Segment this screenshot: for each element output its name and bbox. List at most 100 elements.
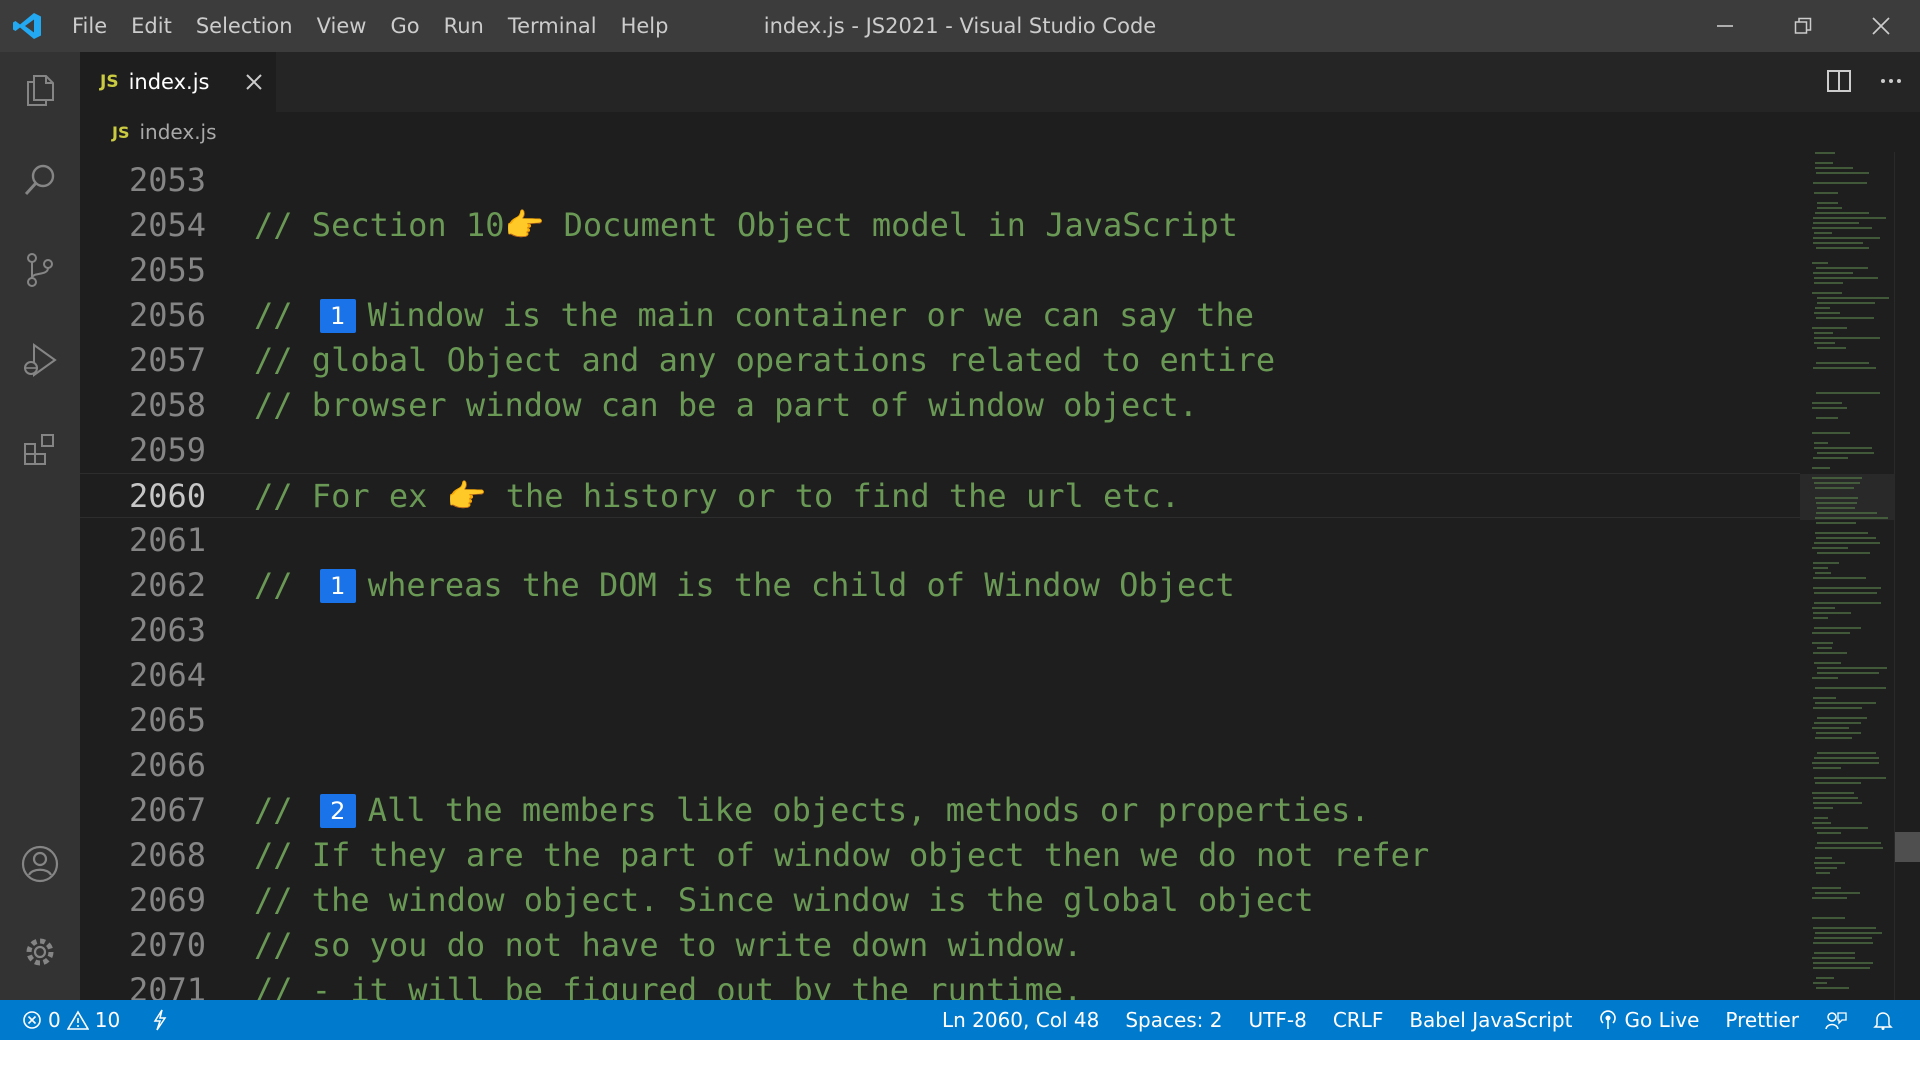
code-line[interactable]: 2056 // 1 Window is the main container or … — [80, 293, 1800, 338]
comment-text: // so you do not have to write down wind… — [254, 926, 1083, 964]
extensions-icon[interactable] — [18, 428, 62, 472]
prettier-status[interactable]: Prettier — [1712, 1008, 1812, 1032]
minimap-line — [1812, 227, 1872, 229]
code-line[interactable]: 2071 // - it will be figured out by the r… — [80, 968, 1800, 1000]
menu-help[interactable]: Help — [609, 14, 681, 38]
scrollbar-thumb[interactable] — [1895, 832, 1920, 862]
minimap-line — [1812, 887, 1841, 889]
file-encoding[interactable]: UTF-8 — [1236, 1008, 1320, 1032]
code-line[interactable]: 2068 // If they are the part of window ob… — [80, 833, 1800, 878]
minimap-line — [1813, 612, 1851, 614]
minimap-line — [1816, 362, 1869, 364]
restore-button[interactable] — [1764, 0, 1842, 52]
minimap-line — [1813, 967, 1870, 969]
minimap-line — [1814, 937, 1872, 939]
comment-text: // For ex — [254, 477, 447, 515]
breadcrumb: JS index.js — [80, 112, 1920, 152]
code-line[interactable]: 2057 // global Object and any operations … — [80, 338, 1800, 383]
minimap-line — [1814, 192, 1838, 194]
code-line[interactable]: 2055 — [80, 248, 1800, 293]
feedback-button[interactable] — [1812, 1010, 1860, 1030]
keycap-number-emoji: 1 — [319, 299, 356, 333]
language-mode[interactable]: Babel JavaScript — [1396, 1008, 1585, 1032]
explorer-icon[interactable] — [18, 68, 62, 112]
line-number: 2055 — [128, 251, 206, 289]
close-window-button[interactable] — [1842, 0, 1920, 52]
code-line[interactable]: 2064 — [80, 653, 1800, 698]
source-control-icon[interactable] — [18, 248, 62, 292]
menu-file[interactable]: File — [60, 14, 119, 38]
settings-gear-icon[interactable] — [18, 930, 62, 974]
cursor-position[interactable]: Ln 2060, Col 48 — [929, 1008, 1112, 1032]
code-line[interactable]: 2070 // so you do not have to write down … — [80, 923, 1800, 968]
line-ending[interactable]: CRLF — [1320, 1008, 1397, 1032]
close-icon — [1872, 17, 1890, 35]
go-live-button[interactable]: Go Live — [1585, 1008, 1712, 1032]
split-editor-button[interactable] — [1824, 66, 1854, 96]
minimap-line — [1813, 222, 1859, 224]
code-line[interactable]: 2061 — [80, 518, 1800, 563]
code-line[interactable]: 2065 — [80, 698, 1800, 743]
search-icon[interactable] — [18, 158, 62, 202]
problems-indicator[interactable]: 0 10 — [22, 1008, 120, 1032]
minimap-line — [1817, 507, 1855, 509]
comment-text: // — [254, 791, 312, 829]
minimap[interactable] — [1810, 152, 1900, 1000]
code-line[interactable]: 2062 // 1 whereas the DOM is the child of … — [80, 563, 1800, 608]
notifications-button[interactable] — [1860, 1010, 1906, 1030]
code-line[interactable]: 2059 — [80, 428, 1800, 473]
line-number: 2057 — [128, 341, 206, 379]
minimap-line — [1812, 632, 1850, 634]
comment-text: // If they are the part of window object… — [254, 836, 1430, 874]
line-number: 2069 — [128, 881, 206, 919]
minimap-line — [1816, 392, 1880, 394]
indentation[interactable]: Spaces: 2 — [1112, 1008, 1235, 1032]
line-number: 2054 — [128, 206, 206, 244]
code-line[interactable]: 2053 — [80, 158, 1800, 203]
comment-text: // global Object and any operations rela… — [254, 341, 1276, 379]
accounts-icon[interactable] — [18, 842, 62, 886]
code-line[interactable]: 2054 // Section 10👉 Document Object model… — [80, 203, 1800, 248]
minimap-line — [1815, 932, 1882, 934]
code-line[interactable]: 2067 // 2 All the members like objects, me… — [80, 788, 1800, 833]
warning-icon — [66, 1010, 89, 1030]
minimap-line — [1813, 797, 1858, 799]
comment-text: // — [254, 566, 312, 604]
comment-text: Window is the main container or we can s… — [367, 296, 1255, 334]
minimap-line — [1814, 232, 1832, 234]
menu-selection[interactable]: Selection — [184, 14, 305, 38]
run-debug-icon[interactable] — [18, 338, 62, 382]
minimap-line — [1814, 482, 1860, 484]
code-line[interactable]: 2058 // browser window can be a part of w… — [80, 383, 1800, 428]
menu-run[interactable]: Run — [432, 14, 496, 38]
tab-close-button[interactable] — [240, 68, 268, 96]
more-actions-button[interactable] — [1876, 66, 1906, 96]
tab-index-js[interactable]: JS index.js — [80, 52, 276, 112]
menu-go[interactable]: Go — [378, 14, 431, 38]
lightning-button[interactable] — [152, 1009, 168, 1031]
menu-terminal[interactable]: Terminal — [496, 14, 609, 38]
code-line[interactable]: 2063 — [80, 608, 1800, 653]
minimap-line — [1814, 817, 1828, 819]
minimap-line — [1816, 537, 1876, 539]
editor-tabs: JS index.js — [80, 52, 1920, 112]
minimize-button[interactable] — [1686, 0, 1764, 52]
vertical-scrollbar[interactable] — [1894, 152, 1920, 1000]
minimap-line — [1817, 302, 1875, 304]
breadcrumb-file[interactable]: index.js — [139, 120, 216, 144]
minimap-line — [1816, 872, 1830, 874]
code-line[interactable]: 2066 — [80, 743, 1800, 788]
code-line[interactable]: 2069 // the window object. Since window i… — [80, 878, 1800, 923]
broadcast-icon — [1600, 1010, 1617, 1029]
minimap-line — [1813, 942, 1873, 944]
minimap-line — [1816, 172, 1869, 174]
minimap-line — [1812, 432, 1850, 434]
comment-text: // — [254, 296, 312, 334]
minimap-line — [1816, 977, 1834, 979]
minimap-line — [1812, 957, 1855, 959]
menu-edit[interactable]: Edit — [119, 14, 184, 38]
menu-view[interactable]: View — [305, 14, 379, 38]
minimap-line — [1813, 962, 1873, 964]
code-editor[interactable]: 2053 2054// Section 10👉 Document Object m… — [80, 158, 1800, 1000]
current-code-line[interactable]: 2060 // For ex 👉 the history or to find t… — [80, 473, 1800, 518]
